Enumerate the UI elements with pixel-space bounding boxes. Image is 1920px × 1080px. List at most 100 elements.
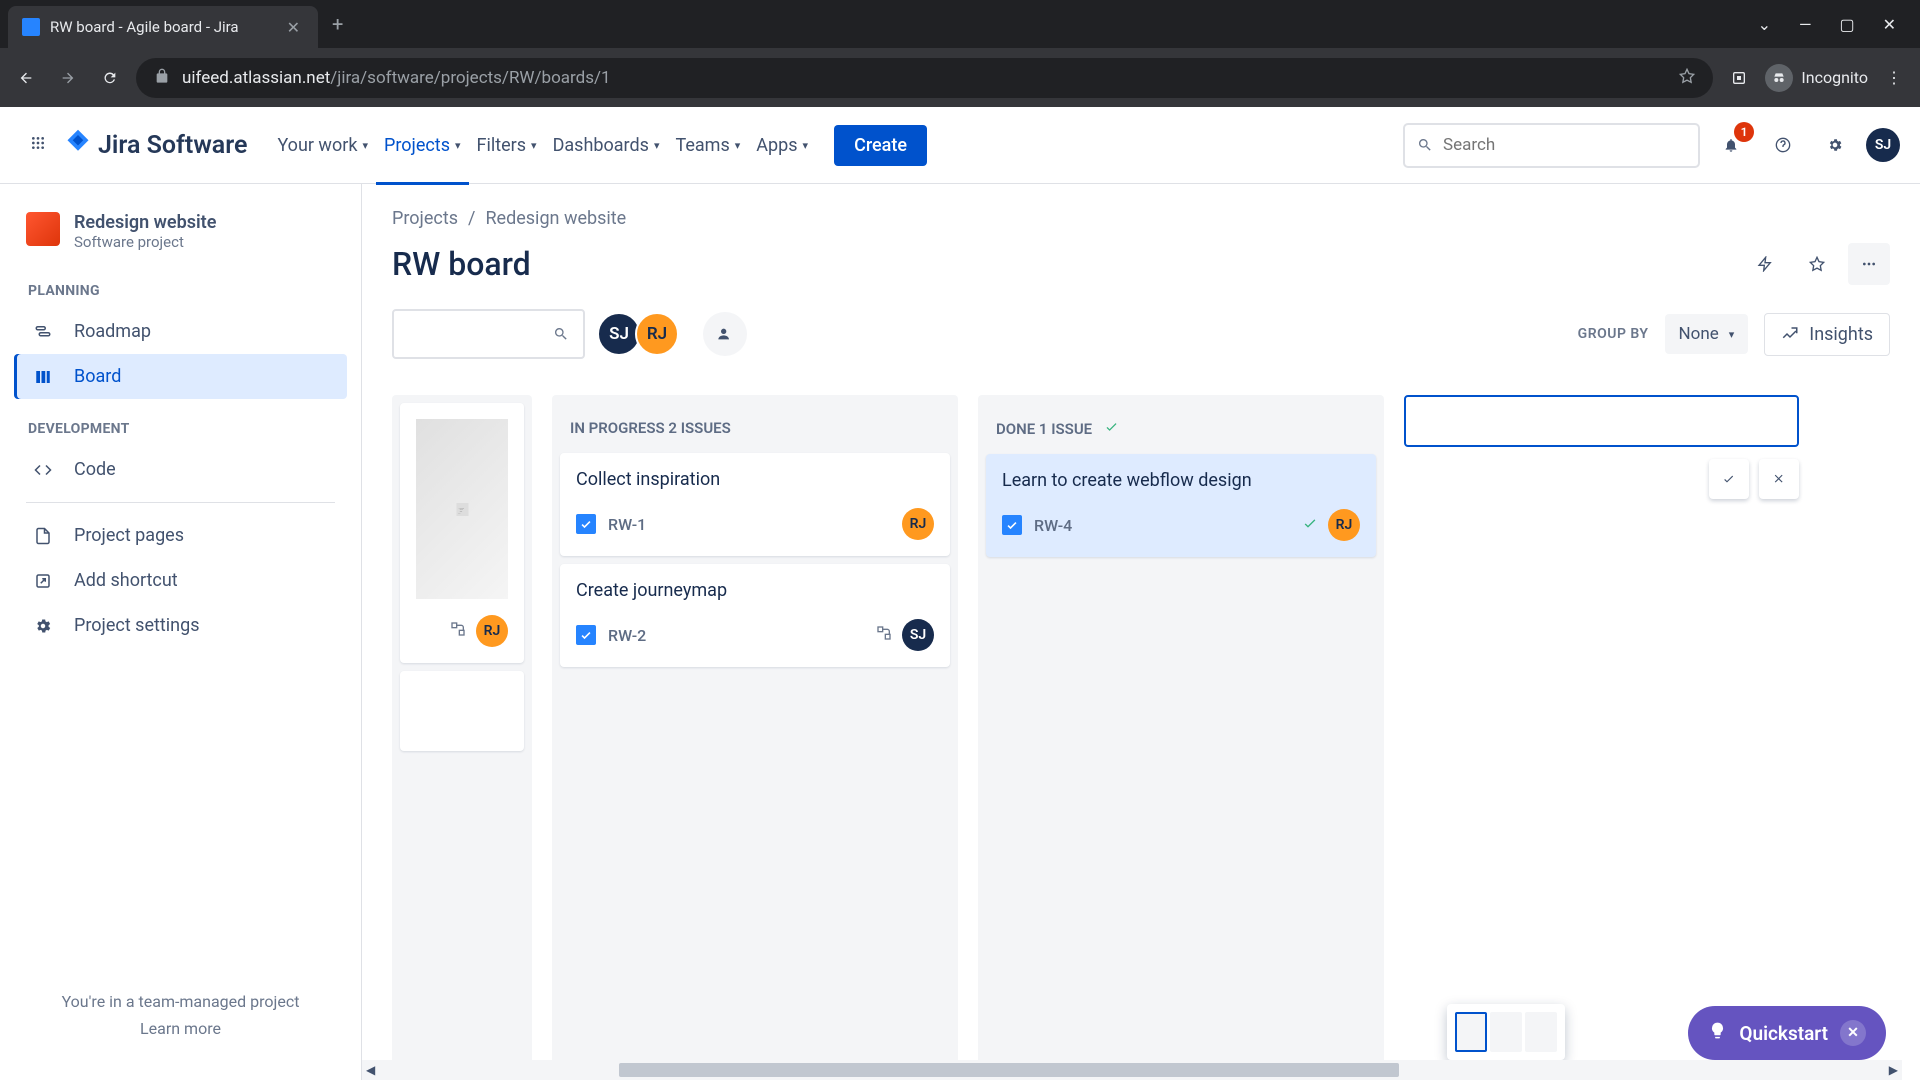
project-icon <box>26 212 60 246</box>
assignee-avatar[interactable]: RJ <box>476 615 508 647</box>
board-columns: 1. Recordingrecordigreat2. InRJIN PROGRE… <box>392 395 1890 1080</box>
h-scrollbar[interactable]: ◀▶ <box>362 1060 1902 1080</box>
minimize-button[interactable]: — <box>1799 15 1812 34</box>
chevron-down-icon: ▾ <box>803 139 809 152</box>
breadcrumb-current[interactable]: Redesign website <box>485 208 626 229</box>
star-icon[interactable] <box>1679 68 1695 88</box>
chevron-down-icon: ▾ <box>531 139 537 152</box>
app-switcher-icon[interactable] <box>20 125 56 165</box>
assignee-filter: SJ RJ <box>603 312 679 356</box>
nav-apps[interactable]: Apps▾ <box>748 125 816 166</box>
breadcrumb: Projects / Redesign website <box>392 208 1890 229</box>
section-planning-label: PLANNING <box>14 273 347 309</box>
issue-card[interactable]: Create journeymap RW-2 SJ <box>560 564 950 667</box>
user-avatar[interactable]: SJ <box>1866 128 1900 162</box>
section-development-label: DEVELOPMENT <box>14 411 347 447</box>
close-window-button[interactable]: ✕ <box>1883 15 1896 34</box>
page-icon <box>30 527 56 545</box>
add-people-button[interactable] <box>703 312 747 356</box>
avatar[interactable]: RJ <box>635 312 679 356</box>
issue-card[interactable]: 1. Recordingrecordigreat2. In RJ <box>400 403 524 663</box>
card-title: Create journeymap <box>576 580 934 601</box>
project-name: Redesign website <box>74 212 216 233</box>
sidebar-item-board[interactable]: Board <box>14 354 347 399</box>
sidebar: Redesign website Software project PLANNI… <box>0 184 362 1080</box>
back-button[interactable] <box>10 62 42 94</box>
more-actions-button[interactable] <box>1848 243 1890 285</box>
assignee-avatar[interactable]: RJ <box>902 508 934 540</box>
groupby-label: GROUP BY <box>1578 326 1649 342</box>
url-text: uifeed.atlassian.net/jira/software/proje… <box>182 68 611 88</box>
extensions-icon[interactable] <box>1723 62 1755 94</box>
tab-bar: RW board - Agile board - Jira ✕ + ⌄ — ▢ … <box>0 0 1920 48</box>
nav-dashboards[interactable]: Dashboards▾ <box>545 125 668 166</box>
board-minimap[interactable] <box>1447 1004 1565 1060</box>
menu-icon[interactable]: ⋮ <box>1878 60 1910 95</box>
reload-button[interactable] <box>94 62 126 94</box>
cancel-button[interactable] <box>1759 459 1799 499</box>
sidebar-item-roadmap[interactable]: Roadmap <box>14 309 347 354</box>
settings-button[interactable] <box>1814 124 1856 166</box>
incognito-icon <box>1765 64 1793 92</box>
create-button[interactable]: Create <box>834 125 927 166</box>
nav-projects[interactable]: Projects▾ <box>376 125 469 166</box>
close-icon[interactable]: ✕ <box>1840 1020 1866 1046</box>
issue-key: RW-2 <box>608 626 646 645</box>
breadcrumb-root[interactable]: Projects <box>392 208 458 229</box>
issue-card[interactable]: Collect inspirationRW-1RJ <box>560 453 950 556</box>
forward-button[interactable] <box>52 62 84 94</box>
board-search[interactable] <box>392 309 585 359</box>
incognito-badge[interactable]: Incognito <box>1765 64 1868 92</box>
issue-type-icon <box>576 514 596 534</box>
insights-button[interactable]: Insights <box>1764 313 1890 356</box>
assignee-avatar[interactable]: SJ <box>902 619 934 651</box>
nav-your-work[interactable]: Your work▾ <box>269 125 376 166</box>
groupby-select[interactable]: None ▾ <box>1665 314 1749 354</box>
automation-button[interactable] <box>1744 243 1786 285</box>
issue-card[interactable]: Learn to create webflow designRW-4RJ <box>986 454 1376 557</box>
history-chevron-icon[interactable]: ⌄ <box>1758 15 1771 34</box>
confirm-button[interactable] <box>1709 459 1749 499</box>
code-icon <box>30 461 56 479</box>
learn-more-link[interactable]: Learn more <box>28 1019 333 1038</box>
notification-badge: 1 <box>1734 122 1754 142</box>
close-tab-icon[interactable]: ✕ <box>283 14 304 41</box>
sidebar-item-project-settings[interactable]: Project settings <box>14 603 347 648</box>
maximize-button[interactable]: ▢ <box>1839 15 1854 34</box>
divider <box>26 502 335 503</box>
card-title: Collect inspiration <box>576 469 934 490</box>
subtask-icon <box>450 621 466 641</box>
project-header[interactable]: Redesign website Software project <box>14 212 347 273</box>
chevron-down-icon: ▾ <box>654 139 660 152</box>
issue-type-icon <box>576 625 596 645</box>
subtask-icon <box>876 625 892 645</box>
new-column-input[interactable] <box>1404 395 1799 447</box>
search-input[interactable] <box>1443 135 1686 155</box>
search-icon <box>553 326 569 342</box>
issue-card[interactable] <box>400 671 524 751</box>
sidebar-item-code[interactable]: Code <box>14 447 347 492</box>
browser-tab[interactable]: RW board - Agile board - Jira ✕ <box>8 6 318 48</box>
nav-filters[interactable]: Filters▾ <box>469 125 545 166</box>
chart-icon <box>1781 325 1799 343</box>
assignee-avatar[interactable]: RJ <box>1328 509 1360 541</box>
jira-logo[interactable]: Jira Software <box>64 128 247 163</box>
chevron-down-icon: ▾ <box>735 139 741 152</box>
url-bar[interactable]: uifeed.atlassian.net/jira/software/proje… <box>136 58 1713 98</box>
quickstart-button[interactable]: Quickstart ✕ <box>1688 1006 1886 1060</box>
notifications-button[interactable]: 1 <box>1710 124 1752 166</box>
sidebar-item-add-shortcut[interactable]: Add shortcut <box>14 558 347 603</box>
favicon-icon <box>22 18 40 36</box>
card-image: 1. Recordingrecordigreat2. In <box>416 419 508 599</box>
logo-text: Jira Software <box>98 131 247 160</box>
new-tab-button[interactable]: + <box>318 2 357 46</box>
star-board-button[interactable] <box>1796 243 1838 285</box>
browser-chrome: RW board - Agile board - Jira ✕ + ⌄ — ▢ … <box>0 0 1920 107</box>
sidebar-item-project-pages[interactable]: Project pages <box>14 513 347 558</box>
nav-teams[interactable]: Teams▾ <box>667 125 748 166</box>
search-icon <box>1417 137 1433 153</box>
global-search[interactable] <box>1403 123 1700 168</box>
sidebar-item-label: Board <box>74 366 121 387</box>
help-button[interactable] <box>1762 124 1804 166</box>
project-type: Software project <box>74 233 216 251</box>
